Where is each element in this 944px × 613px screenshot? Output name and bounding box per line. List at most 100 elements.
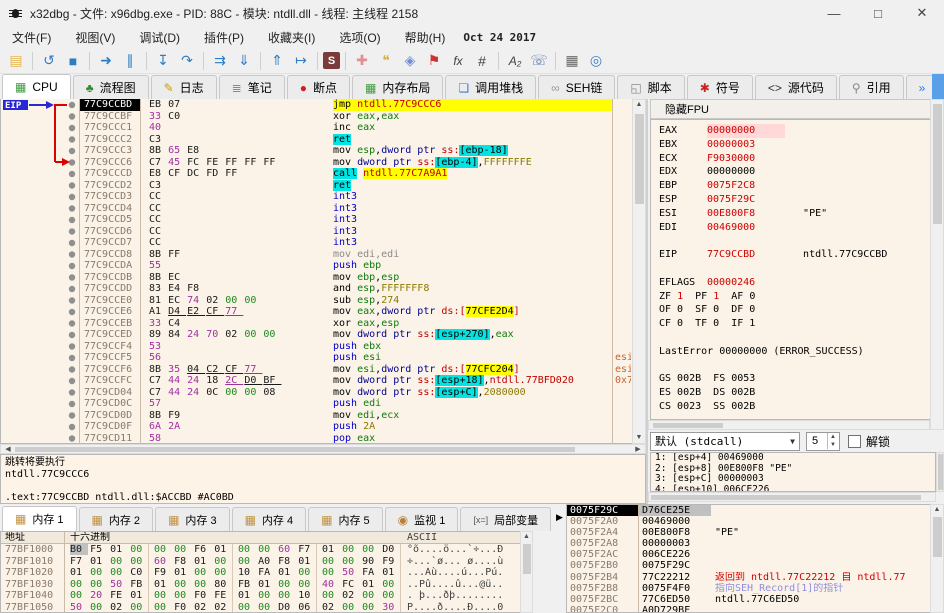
restart-icon[interactable]: ↺ — [38, 51, 60, 71]
phone-icon[interactable]: ☏ — [528, 51, 550, 71]
breakpoint-dot[interactable] — [69, 274, 75, 280]
disasm-row[interactable]: 77C9CCEB33 C4 xor eax,esp — [79, 318, 631, 330]
disasm-row[interactable]: 77C9CCF556 push esiesi: — [79, 352, 631, 364]
close-button[interactable]: ✕ — [900, 0, 944, 26]
breakpoint-dot[interactable] — [69, 205, 75, 211]
tab-内存 5[interactable]: ▦内存 5 — [308, 507, 383, 531]
arg-count-spinner[interactable]: 5 ▲▼ — [806, 432, 840, 451]
disasm-row[interactable]: 77C9CCBDEB 07 jmp ntdll.77C9CCC6 — [79, 99, 631, 111]
memory-row[interactable]: 77BF102001 00 00 C0F9 01 00 0010 FA 01 0… — [1, 567, 532, 579]
strings-icon[interactable]: S — [323, 52, 340, 69]
breakpoint-dot[interactable] — [69, 171, 75, 177]
breakpoint-dot[interactable] — [69, 309, 75, 315]
disasm-row[interactable]: 77C9CD1158 pop eax — [79, 433, 631, 445]
disasm-row[interactable]: 77C9CCC2C3 ret — [79, 134, 631, 146]
menu-item-3[interactable]: 插件(P) — [192, 27, 256, 48]
step-into-icon[interactable]: ↧ — [152, 51, 174, 71]
breakpoint-dot[interactable] — [69, 113, 75, 119]
stack-row[interactable]: 0075F29CD76CE25E — [567, 505, 943, 516]
assemble-icon[interactable]: A₂ — [504, 51, 526, 71]
disasm-row[interactable]: 77C9CCD88B FF mov edi,edi — [79, 249, 631, 261]
open-file-icon[interactable]: ▤ — [5, 51, 27, 71]
memory-dump-view[interactable]: 地址 十六进制 ASCII 77BF1000B0 F5 01 0000 00 F… — [0, 531, 533, 613]
run-to-cursor-icon[interactable]: ⇉ — [209, 51, 231, 71]
memory-row[interactable]: 77BF1010F7 01 00 0060 F8 01 0000 A0 F8 0… — [1, 556, 532, 568]
disasm-row[interactable]: 77C9CCF68B 35 04 C2 CF 77 mov esi,dword … — [79, 364, 631, 376]
register-value[interactable]: F9030000 — [707, 152, 785, 166]
bookmark-icon[interactable]: ⚑ — [423, 51, 445, 71]
registers-hscrollbar[interactable] — [648, 420, 930, 430]
breakpoint-dot[interactable] — [69, 343, 75, 349]
disasm-row[interactable]: 77C9CCDB8B EC mov ebp,esp — [79, 272, 631, 284]
disasm-row[interactable]: 77C9CD0D8B F9 mov edi,ecx — [79, 410, 631, 422]
globe-icon[interactable]: ◎ — [585, 51, 607, 71]
label-icon[interactable]: ◈ — [399, 51, 421, 71]
hash-icon[interactable]: # — [471, 51, 493, 71]
menu-item-2[interactable]: 调试(D) — [127, 27, 192, 48]
unlock-checkbox[interactable]: 解锁 — [848, 433, 890, 450]
disasm-row[interactable]: 77C9CCDD83 E4 F8 and esp,FFFFFFF8 — [79, 283, 631, 295]
memory-vscrollbar[interactable]: ▲ — [520, 531, 533, 613]
spinner-arrows-icon[interactable]: ▲▼ — [827, 433, 838, 449]
tab-内存 3[interactable]: ▦内存 3 — [155, 507, 230, 531]
step-over-icon[interactable]: ↷ — [176, 51, 198, 71]
breakpoint-dot[interactable] — [69, 251, 75, 257]
menu-item-0[interactable]: 文件(F) — [0, 27, 63, 48]
breakpoint-dot[interactable] — [69, 332, 75, 338]
register-value[interactable]: 00000246 — [707, 276, 785, 290]
breakpoint-dot[interactable] — [69, 182, 75, 188]
tab-局部变量[interactable]: [x=]局部变量 — [460, 507, 551, 531]
breakpoint-dot[interactable] — [69, 389, 75, 395]
breakpoint-dot[interactable] — [69, 320, 75, 326]
breakpoint-dot[interactable] — [69, 102, 75, 108]
pause-icon[interactable]: ∥ — [119, 51, 141, 71]
disasm-row[interactable]: 77C9CD0F6A 2A push 2A — [79, 421, 631, 433]
register-value[interactable]: 00000000 — [707, 165, 785, 179]
tab-引用[interactable]: ⚲引用 — [839, 75, 904, 99]
tab-断点[interactable]: ●断点 — [287, 75, 350, 99]
breakpoint-dot[interactable] — [69, 194, 75, 200]
disassembly-hscrollbar[interactable]: ◀ ▶ — [0, 444, 646, 454]
disasm-row[interactable]: 77C9CCBF33 C0 xor eax,eax — [79, 111, 631, 123]
step-out-icon[interactable]: ⇑ — [266, 51, 288, 71]
breakpoint-dot[interactable] — [69, 136, 75, 142]
breakpoint-dot[interactable] — [69, 263, 75, 269]
stack-row[interactable]: 0075F2AC006CE226 — [567, 549, 943, 560]
memory-row[interactable]: 77BF1000B0 F5 01 0000 00 F6 0100 00 60 F… — [1, 544, 532, 556]
breakpoint-dot[interactable] — [69, 378, 75, 384]
disasm-row[interactable]: 77C9CCD6CC int3 — [79, 226, 631, 238]
disasm-row[interactable]: 77C9CCD3CC int3 — [79, 191, 631, 203]
stack-row[interactable]: 0075F2A400E800F8"PE" — [567, 527, 943, 538]
disasm-row[interactable]: 77C9CCFCC7 44 24 18 2C D0 BF mov dword p… — [79, 375, 631, 387]
checkbox-icon[interactable] — [848, 435, 861, 448]
tab-CPU[interactable]: ▦CPU — [2, 74, 71, 99]
disassembly-view[interactable]: EIP 77C9CCBDEB 07 jmp ntdll.77C9CCC677C9… — [0, 99, 646, 444]
menu-item-1[interactable]: 视图(V) — [63, 27, 127, 48]
stop-icon[interactable]: ■ — [62, 51, 84, 71]
breakpoint-dot[interactable] — [69, 159, 75, 165]
tab-符号[interactable]: ✱符号 — [687, 75, 753, 99]
register-value[interactable]: 00469000 — [707, 221, 785, 235]
registers-vscrollbar[interactable] — [930, 99, 944, 430]
register-value[interactable]: 77C9CCBD — [707, 248, 785, 262]
tab-SEH链[interactable]: ∞SEH链 — [538, 75, 615, 99]
disasm-row[interactable]: 77C9CCD5CC int3 — [79, 214, 631, 226]
registers-list[interactable]: EAX00000000EBX00000003ECXF9030000EDX0000… — [650, 119, 932, 420]
tab-内存 2[interactable]: ▦内存 2 — [79, 507, 154, 531]
stack-row[interactable]: 0075F2B477C22212返回到 ntdll.77C22212 自 ntd… — [567, 572, 943, 583]
disasm-row[interactable]: 77C9CCC6C7 45 FC FE FF FF FF mov dword p… — [79, 157, 631, 169]
breakpoint-dot[interactable] — [69, 217, 75, 223]
calculator-icon[interactable]: ▦ — [561, 51, 583, 71]
tab-scroll-right-button[interactable] — [932, 74, 944, 99]
hide-fpu-button[interactable]: 隐藏FPU — [650, 99, 932, 119]
breakpoint-dot[interactable] — [69, 297, 75, 303]
register-value[interactable]: 0075F2C8 — [707, 179, 785, 193]
calling-convention-select[interactable]: 默认 (stdcall) ▼ — [650, 432, 800, 451]
patch-icon[interactable]: ✚ — [351, 51, 373, 71]
disasm-row[interactable]: 77C9CCCDE8 CF DC FD FF call ntdll.77C7A9… — [79, 168, 631, 180]
breakpoint-dot[interactable] — [69, 401, 75, 407]
tab-日志[interactable]: ✎日志 — [151, 75, 217, 99]
arguments-vscrollbar[interactable] — [936, 452, 944, 492]
stack-row[interactable]: 0075F2B00075F29C — [567, 560, 943, 571]
breakpoint-dot[interactable] — [69, 228, 75, 234]
